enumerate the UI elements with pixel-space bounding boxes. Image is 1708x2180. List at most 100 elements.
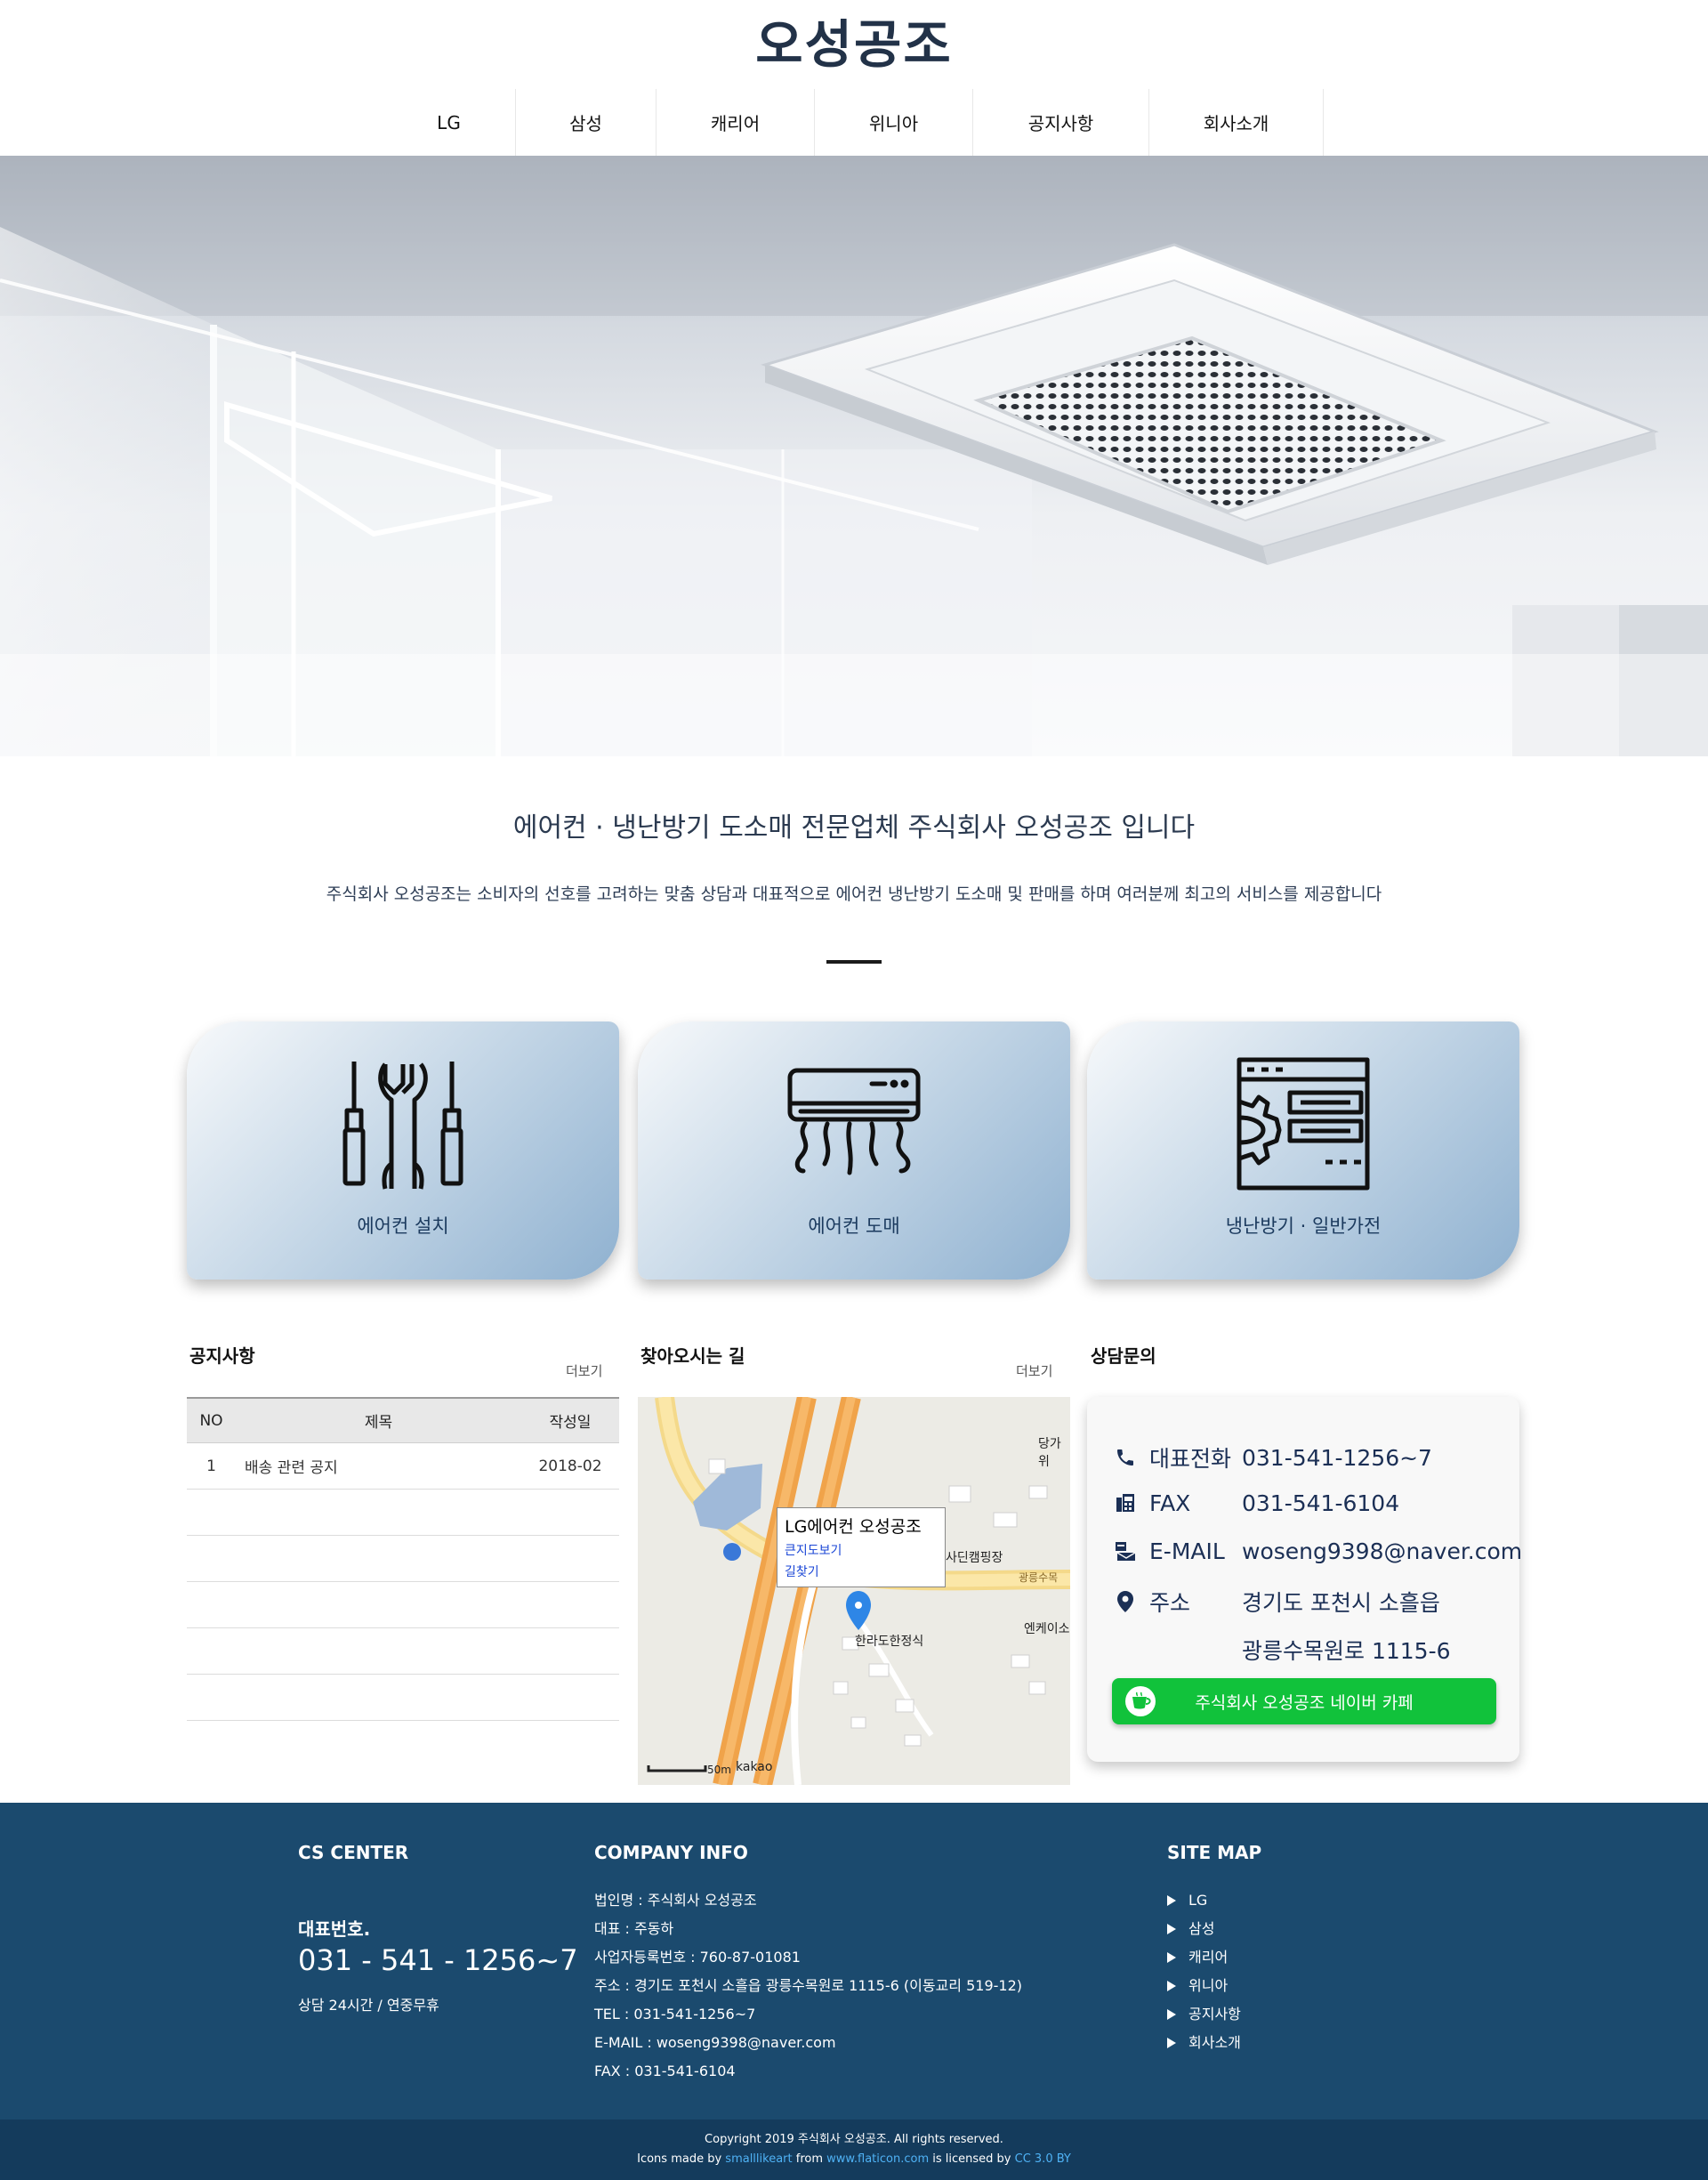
credit-license-link[interactable]: CC 3.0 BY: [1015, 2152, 1071, 2166]
fax-icon: [1112, 1490, 1139, 1516]
nav-item-winia[interactable]: 위니아: [815, 89, 973, 156]
map-graphic: [647, 1397, 1070, 1785]
footer-sitemap-title: SITE MAP: [1167, 1842, 1262, 1863]
contact-phone-value[interactable]: 031-541-1256~7: [1242, 1445, 1432, 1471]
service-card-hvac[interactable]: 냉난방기 · 일반가전: [1087, 1021, 1519, 1280]
intro-description: 주식회사 오성공조는 소비자의 선호를 고려하는 맞춤 상담과 대표적으로 에어…: [326, 884, 1382, 904]
service-card-wholesale[interactable]: 에어컨 도매: [638, 1021, 1070, 1280]
triangle-right-icon: [1167, 2038, 1176, 2048]
icon-credit: Icons made by smalllikeart from www.flat…: [0, 2150, 1708, 2169]
footer-cs-hours: 상담 24시간 / 연중무휴: [298, 1997, 439, 2014]
col-header-title: 제목: [364, 1414, 393, 1432]
sitemap-item-label: 삼성: [1188, 1920, 1215, 1937]
sitemap-item-label: 캐리어: [1188, 1949, 1229, 1966]
map-popup-title: LG에어컨 오성공조: [785, 1517, 922, 1537]
table-row[interactable]: 1 배송 관련 공지 2018-02: [187, 1443, 619, 1490]
credit-site-link[interactable]: www.flaticon.com: [826, 2152, 929, 2166]
contact-address-row: 주소 경기도 포천시 소흘읍: [1112, 1586, 1440, 1618]
hero-banner: [0, 156, 1708, 756]
map-label-cafe: 당가위: [1038, 1437, 1061, 1469]
col-header-date: 작성일: [549, 1414, 592, 1432]
naver-cafe-label: 주식회사 오성공조 네이버 카페: [1195, 1692, 1414, 1713]
contact-fax-label: FAX: [1149, 1490, 1191, 1516]
company-info-line: E-MAIL : woseng9398@naver.com: [594, 2034, 836, 2051]
site-logo[interactable]: 오성공조: [0, 12, 1708, 77]
nav-item-carrier[interactable]: 캐리어: [657, 89, 815, 156]
company-info-line: 법인명 : 주식회사 오성공조: [594, 1892, 757, 1909]
map-label-store: 엔케이소: [1024, 1622, 1070, 1636]
air-conditioner-icon: [787, 1068, 921, 1175]
nav-item-notice[interactable]: 공지사항: [973, 89, 1149, 156]
coffee-cup-icon: [1124, 1685, 1158, 1722]
notice-title: 공지사항: [189, 1345, 255, 1367]
table-row-empty: [187, 1536, 619, 1582]
sitemap-item-lg[interactable]: LG: [1167, 1886, 1241, 1915]
footer-sitemap: LG 삼성 캐리어 위니아 공지사항 회사소개: [1167, 1886, 1241, 2057]
company-info-line: 사업자등록번호 : 760-87-01081: [594, 1949, 801, 1966]
credit-author-link[interactable]: smalllikeart: [725, 2152, 792, 2166]
sitemap-item-winia[interactable]: 위니아: [1167, 1972, 1241, 2000]
credit-prefix: Icons made by: [637, 2152, 722, 2166]
hero-image: [0, 156, 1708, 756]
contact-address-line1: 경기도 포천시 소흘읍: [1242, 1590, 1440, 1616]
sitemap-item-label: 공지사항: [1188, 2006, 1241, 2023]
triangle-right-icon: [1167, 2009, 1176, 2020]
notice-table-header: NO 제목 작성일: [187, 1397, 619, 1443]
naver-cafe-button[interactable]: 주식회사 오성공조 네이버 카페: [1112, 1678, 1496, 1724]
table-row-empty: [187, 1628, 619, 1675]
footer-cs-phone[interactable]: 031 - 541 - 1256~7: [298, 1943, 578, 1977]
intro-title: 에어컨 · 냉난방기 도소매 전문업체 주식회사 오성공조 입니다: [512, 812, 1196, 844]
notice-more-link[interactable]: 더보기: [566, 1361, 602, 1380]
sitemap-item-label: 위니아: [1188, 1977, 1229, 1994]
footer-cs-title: CS CENTER: [298, 1842, 409, 1863]
map-section-title: 찾아오시는 길: [640, 1345, 745, 1367]
phone-icon: [1112, 1444, 1139, 1471]
nav-item-about[interactable]: 회사소개: [1149, 89, 1324, 156]
intro-divider: [826, 960, 882, 964]
triangle-right-icon: [1167, 1952, 1176, 1963]
map-pin-icon: [1112, 1588, 1139, 1615]
footer-company-info: 법인명 : 주식회사 오성공조 대표 : 주동하 사업자등록번호 : 760-8…: [594, 1886, 1022, 2086]
contact-email-value[interactable]: woseng9398@naver.com: [1242, 1538, 1522, 1564]
sitemap-item-notice[interactable]: 공지사항: [1167, 2000, 1241, 2029]
col-header-no: NO: [199, 1411, 223, 1430]
table-row-empty: [187, 1582, 619, 1628]
map-label-camping: 사딘캠핑장: [946, 1551, 1003, 1565]
nav-item-lg[interactable]: LG: [383, 89, 516, 156]
site-footer: CS CENTER 대표번호. 031 - 541 - 1256~7 상담 24…: [0, 1803, 1708, 2119]
service-label: 냉난방기 · 일반가전: [1225, 1215, 1382, 1237]
map-scale-label: 50m: [707, 1764, 731, 1776]
table-row-empty: [187, 1675, 619, 1721]
nav-item-samsung[interactable]: 삼성: [516, 89, 657, 156]
service-label: 에어컨 설치: [357, 1215, 449, 1237]
gear-window-icon: [1237, 1057, 1370, 1191]
service-card-install[interactable]: 에어컨 설치: [187, 1021, 619, 1280]
triangle-right-icon: [1167, 1895, 1176, 1906]
contact-phone-label: 대표전화: [1149, 1446, 1232, 1472]
site-header: 오성공조 LG 삼성 캐리어 위니아 공지사항 회사소개: [0, 0, 1708, 156]
map-brand-label: kakao: [736, 1760, 773, 1774]
row-no: 1: [206, 1457, 216, 1475]
company-info-line: FAX : 031-541-6104: [594, 2063, 736, 2079]
triangle-right-icon: [1167, 1924, 1176, 1934]
contact-address-row2: 광릉수목원로 1115-6: [1242, 1634, 1451, 1666]
sitemap-item-label: 회사소개: [1188, 2034, 1241, 2051]
row-date: 2018-02: [538, 1457, 602, 1475]
contact-phone-row: 대표전화 031-541-1256~7: [1112, 1441, 1432, 1474]
location-map[interactable]: LG에어컨 오성공조 큰지도보기 길찾기 당가위 사딘캠핑장 광릉수목 엔케이소…: [638, 1397, 1070, 1785]
sitemap-item-samsung[interactable]: 삼성: [1167, 1915, 1241, 1943]
credit-from: from: [795, 2152, 824, 2166]
mail-icon: [1112, 1538, 1139, 1564]
service-label: 에어컨 도매: [808, 1215, 900, 1237]
map-info-popup: LG에어컨 오성공조 큰지도보기 길찾기: [777, 1507, 946, 1587]
sitemap-item-about[interactable]: 회사소개: [1167, 2029, 1241, 2057]
map-popup-link-bigmap[interactable]: 큰지도보기: [785, 1541, 938, 1559]
copyright-bar: Copyright 2019 주식회사 오성공조. All rights res…: [0, 2119, 1708, 2180]
contact-fax-value: 031-541-6104: [1242, 1490, 1400, 1516]
map-more-link[interactable]: 더보기: [1016, 1361, 1052, 1380]
company-info-line: 대표 : 주동하: [594, 1920, 674, 1937]
row-title[interactable]: 배송 관련 공지: [236, 1455, 521, 1477]
contact-address-line2: 광릉수목원로 1115-6: [1242, 1638, 1451, 1664]
sitemap-item-carrier[interactable]: 캐리어: [1167, 1943, 1241, 1972]
map-popup-link-route[interactable]: 길찾기: [785, 1562, 938, 1580]
